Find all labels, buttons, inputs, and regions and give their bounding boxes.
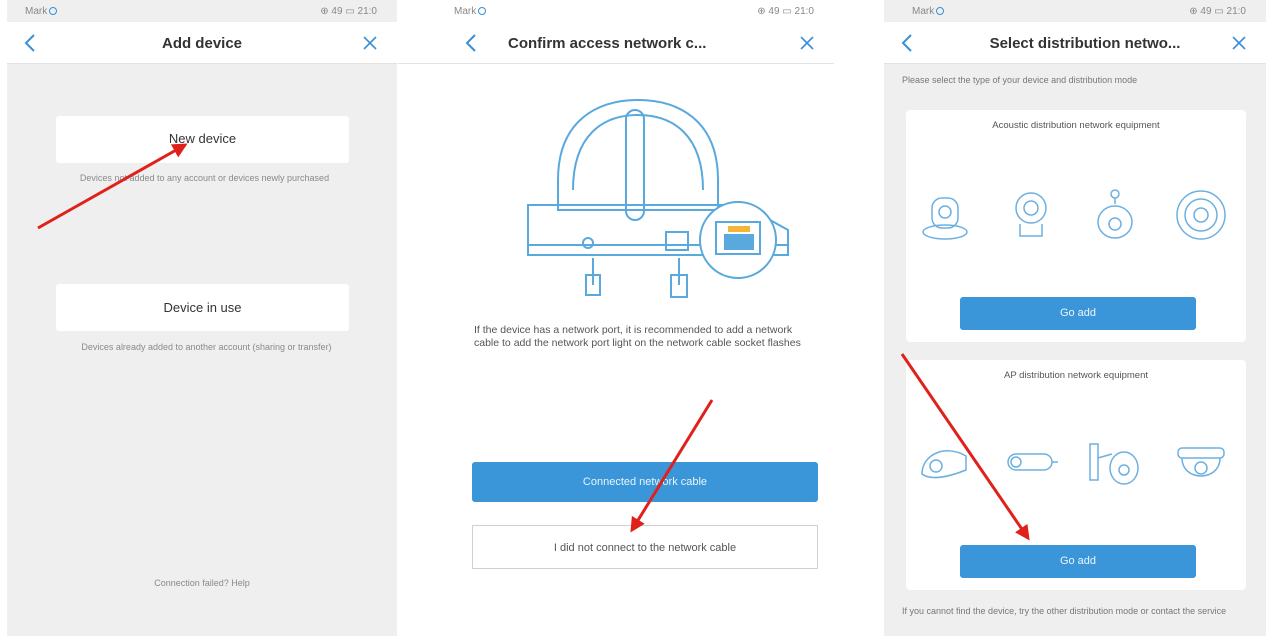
- fisheye-camera-icon: [1176, 190, 1226, 240]
- screenshot-collage: Mark ⊕ 49 ▭ 21:0 Add device New device D…: [0, 0, 1273, 636]
- bullet-camera-icon: [921, 450, 967, 479]
- carrier-label: Mark: [454, 6, 487, 17]
- wall-mount-camera-icon: [1089, 443, 1139, 485]
- speed-dome-camera-icon: [1177, 447, 1225, 477]
- wifi-icon: [49, 7, 58, 15]
- page-title: Add device: [161, 35, 243, 52]
- add-device-screen: Mark ⊕ 49 ▭ 21:0 Add device New device D…: [7, 0, 397, 636]
- carrier-label: Mark: [25, 6, 58, 17]
- connected-network-cable-button[interactable]: Connected network cable: [472, 462, 818, 502]
- page-title: Select distribution netwo...: [989, 35, 1181, 52]
- new-device-label: New device: [168, 131, 237, 146]
- nav-bar: Add device: [7, 22, 397, 64]
- network-cable-instruction: If the device has a network port, it is …: [474, 324, 801, 349]
- status-right: ⊕ 49 ▭ 21:0: [757, 6, 814, 17]
- device-in-use-button[interactable]: Device in use: [56, 284, 349, 331]
- status-bar: Mark ⊕ 49 ▭ 21:0: [398, 0, 834, 22]
- close-icon[interactable]: [361, 34, 379, 52]
- wifi-icon: [936, 7, 945, 15]
- close-icon[interactable]: [798, 34, 816, 52]
- nav-bar: Select distribution netwo...: [884, 22, 1266, 64]
- camera-network-port-illustration: [527, 98, 789, 298]
- page-title: Confirm access network c...: [508, 35, 707, 52]
- selection-intro-text: Please select the type of your device an…: [902, 75, 1138, 85]
- wifi-icon: [478, 7, 487, 15]
- device-in-use-label: Device in use: [163, 300, 242, 315]
- status-bar: Mark ⊕ 49 ▭ 21:0: [884, 0, 1266, 22]
- close-icon[interactable]: [1230, 34, 1248, 52]
- device-in-use-description: Devices already added to another account…: [81, 342, 332, 352]
- status-right: ⊕ 49 ▭ 21:0: [1189, 6, 1246, 17]
- acoustic-network-section: Acoustic distribution network equipment …: [906, 110, 1246, 342]
- status-right: ⊕ 49 ▭ 21:0: [320, 6, 377, 17]
- select-distribution-network-screen: Mark ⊕ 49 ▭ 21:0 Select distribution net…: [884, 0, 1266, 636]
- ptz-camera-icon: [922, 197, 968, 240]
- status-bar: Mark ⊕ 49 ▭ 21:0: [7, 0, 397, 22]
- help-link[interactable]: Connection failed? Help: [107, 577, 297, 589]
- new-device-button[interactable]: New device: [56, 116, 349, 163]
- section-title: Acoustic distribution network equipment: [992, 120, 1160, 131]
- not-connected-cable-button[interactable]: I did not connect to the network cable: [472, 525, 818, 569]
- ap-network-section: AP distribution network equipment Go add: [906, 360, 1246, 590]
- go-add-acoustic-button[interactable]: Go add: [960, 297, 1196, 330]
- nav-bar: Confirm access network c...: [398, 22, 834, 64]
- back-chevron-icon[interactable]: [898, 32, 918, 54]
- dome-camera-icon: [1097, 189, 1133, 239]
- help-footer-text: If you cannot find the device, try the o…: [902, 606, 1227, 616]
- carrier-label: Mark: [912, 6, 945, 17]
- back-chevron-icon[interactable]: [462, 32, 482, 54]
- go-add-ap-button[interactable]: Go add: [960, 545, 1196, 578]
- back-chevron-icon[interactable]: [21, 32, 41, 54]
- section-title: AP distribution network equipment: [1004, 370, 1148, 381]
- new-device-description: Devices not added to any account or devi…: [79, 173, 330, 183]
- confirm-network-cable-screen: Mark ⊕ 49 ▭ 21:0 Confirm access network …: [398, 0, 834, 636]
- cube-camera-icon: [1015, 192, 1047, 237]
- box-camera-icon: [1007, 453, 1058, 471]
